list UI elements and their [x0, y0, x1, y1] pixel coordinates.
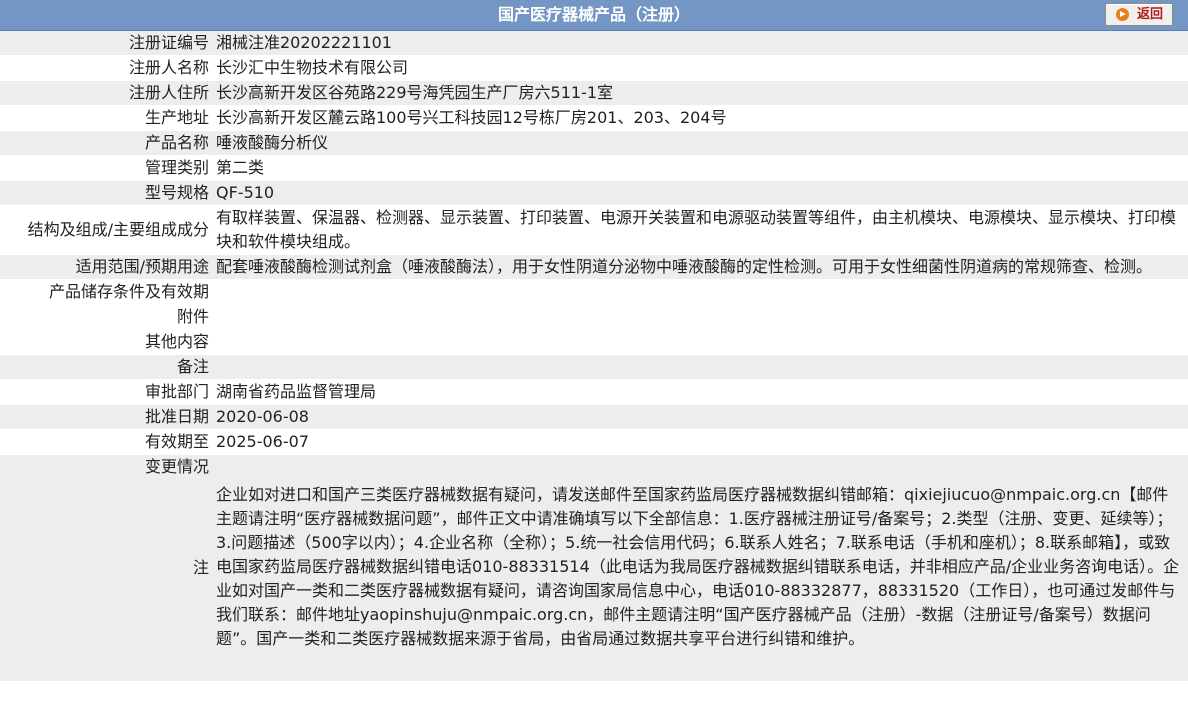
row-registration-number: 注册证编号 湘械注准20202221101 [0, 31, 1188, 56]
field-label: 适用范围/预期用途 [0, 254, 215, 280]
field-value: 2020-06-08 [215, 404, 1188, 430]
field-value [215, 354, 1188, 380]
field-label: 备注 [0, 354, 215, 380]
arrow-right-icon [1116, 8, 1129, 21]
row-structure-composition: 结构及组成/主要组成成分 有取样装置、保温器、检测器、显示装置、打印装置、电源开… [0, 205, 1188, 255]
row-storage-validity: 产品储存条件及有效期 [0, 279, 1188, 305]
change-label: 变更情况 [144, 457, 209, 476]
field-value: 湖南省药品监督管理局 [215, 379, 1188, 405]
page-title: 国产医疗器械产品（注册） [497, 5, 690, 24]
field-label: 结构及组成/主要组成成分 [0, 205, 215, 255]
row-attachments: 附件 [0, 304, 1188, 330]
field-value: 2025-06-07 [215, 429, 1188, 455]
back-button[interactable]: 返回 [1105, 3, 1173, 26]
row-remarks: 备注 [0, 354, 1188, 380]
row-model-spec: 型号规格 QF-510 [0, 180, 1188, 206]
row-registrant-address: 注册人住所 长沙高新开发区谷苑路229号海凭园生产厂房六511-1室 [0, 80, 1188, 106]
row-registrant-name: 注册人名称 长沙汇中生物技术有限公司 [0, 55, 1188, 81]
field-label: 注册人名称 [0, 55, 215, 81]
field-value: 唾液酸酶分析仪 [215, 130, 1188, 156]
field-label: 管理类别 [0, 155, 215, 181]
field-label: 审批部门 [0, 379, 215, 405]
row-management-category: 管理类别 第二类 [0, 155, 1188, 181]
field-label: 注册人住所 [0, 80, 215, 106]
row-other-content: 其他内容 [0, 329, 1188, 355]
field-value [215, 304, 1188, 330]
field-label: 其他内容 [0, 329, 215, 355]
note-label: 注 [192, 558, 209, 577]
field-value: 第二类 [215, 155, 1188, 181]
field-value [215, 279, 1188, 305]
field-value: 有取样装置、保温器、检测器、显示装置、打印装置、电源开关装置和电源驱动装置等组件… [215, 205, 1188, 255]
row-valid-until: 有效期至 2025-06-07 [0, 429, 1188, 455]
row-product-name: 产品名称 唾液酸酶分析仪 [0, 130, 1188, 156]
row-intended-use: 适用范围/预期用途 配套唾液酸酶检测试剂盒（唾液酸酶法），用于女性阴道分泌物中唾… [0, 254, 1188, 280]
registration-info-table: 注册证编号 湘械注准20202221101 注册人名称 长沙汇中生物技术有限公司… [0, 31, 1188, 682]
note-cell: 企业如对进口和国产三类医疗器械数据有疑问，请发送邮件至国家药监局医疗器械数据纠错… [215, 454, 1188, 682]
field-value [215, 329, 1188, 355]
field-value: 湘械注准20202221101 [215, 31, 1188, 56]
note-label-cell: 变更情况 注 [0, 454, 215, 682]
field-value: 长沙高新开发区谷苑路229号海凭园生产厂房六511-1室 [215, 80, 1188, 106]
field-label: 注册证编号 [0, 31, 215, 56]
field-label: 型号规格 [0, 180, 215, 206]
note-text: 企业如对进口和国产三类医疗器械数据有疑问，请发送邮件至国家药监局医疗器械数据纠错… [216, 485, 1180, 648]
field-label: 附件 [0, 304, 215, 330]
row-approval-date: 批准日期 2020-06-08 [0, 404, 1188, 430]
row-change-and-note: 变更情况 注 企业如对进口和国产三类医疗器械数据有疑问，请发送邮件至国家药监局医… [0, 454, 1188, 682]
row-production-address: 生产地址 长沙高新开发区麓云路100号兴工科技园12号栋厂房201、203、20… [0, 105, 1188, 131]
field-label: 产品储存条件及有效期 [0, 279, 215, 305]
field-value: 配套唾液酸酶检测试剂盒（唾液酸酶法），用于女性阴道分泌物中唾液酸酶的定性检测。可… [215, 254, 1188, 280]
field-label: 有效期至 [0, 429, 215, 455]
row-approval-dept: 审批部门 湖南省药品监督管理局 [0, 379, 1188, 405]
field-label: 批准日期 [0, 404, 215, 430]
field-value: 长沙汇中生物技术有限公司 [215, 55, 1188, 81]
field-value: QF-510 [215, 180, 1188, 206]
field-label: 产品名称 [0, 130, 215, 156]
page-header: 国产医疗器械产品（注册） 返回 [0, 0, 1188, 31]
field-value: 长沙高新开发区麓云路100号兴工科技园12号栋厂房201、203、204号 [215, 105, 1188, 131]
field-label: 生产地址 [0, 105, 215, 131]
back-button-label: 返回 [1137, 7, 1164, 22]
